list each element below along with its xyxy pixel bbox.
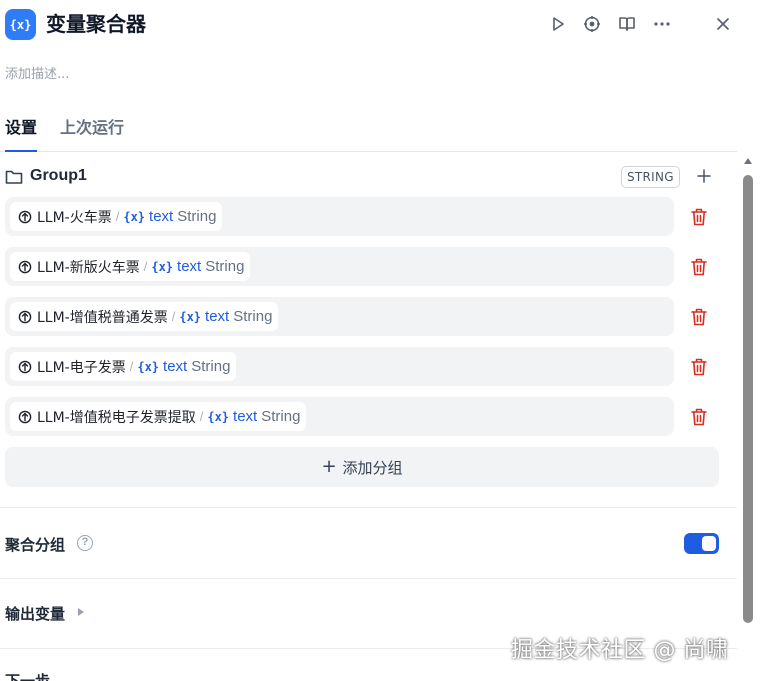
variable-type: String [205, 258, 245, 275]
delete-variable-button[interactable] [690, 207, 708, 227]
variable-name: text [233, 408, 258, 425]
close-icon [717, 18, 729, 30]
aggregate-group-label: 聚合分组 [5, 536, 66, 554]
variable-type: String [233, 308, 273, 325]
panel-header: {x} 变量聚合器 [0, 0, 767, 50]
group-type-badge: STRING [621, 166, 680, 188]
description-input[interactable]: 添加描述... [5, 63, 69, 82]
node-name: LLM-新版火车票 [37, 259, 140, 276]
aggregate-group-toggle[interactable] [684, 533, 719, 554]
scrollbar-thumb[interactable] [743, 175, 753, 623]
more-button[interactable] [651, 13, 673, 35]
tab-bar: 设置 上次运行 [0, 112, 737, 152]
variable-row[interactable]: LLM-火车票 / {x} text String [5, 197, 674, 236]
add-variable-button[interactable] [694, 166, 714, 186]
help-icon[interactable]: ? [77, 535, 93, 551]
expand-caret-icon[interactable] [78, 608, 84, 616]
variable-icon: {x} [151, 259, 174, 274]
toggle-knob [702, 536, 716, 551]
trash-icon [691, 358, 707, 376]
variable-type: String [191, 358, 231, 375]
variable-reference[interactable]: LLM-火车票 / {x} text String [10, 202, 223, 231]
variable-name: text [149, 208, 174, 225]
output-variables-toggle[interactable]: 输出变量 [5, 603, 65, 624]
group-name[interactable]: Group1 [30, 167, 87, 185]
trash-icon [691, 308, 707, 326]
llm-node-icon [18, 310, 32, 323]
variable-row[interactable]: LLM-新版火车票 / {x} text String [5, 247, 674, 286]
delete-variable-button[interactable] [690, 407, 708, 427]
divider [0, 507, 737, 508]
llm-node-icon [18, 410, 32, 423]
node-name: LLM-增值税普通发票 [37, 309, 168, 326]
docs-button[interactable] [616, 13, 638, 35]
variable-row[interactable]: LLM-增值税普通发票 / {x} text String [5, 297, 674, 336]
llm-node-icon [18, 210, 32, 223]
tab-settings[interactable]: 设置 [5, 117, 38, 152]
path-separator: / [171, 309, 176, 324]
llm-node-icon [18, 260, 32, 273]
watermark: 掘金技术社区 @ 尚啸 [511, 638, 729, 663]
variable-reference[interactable]: LLM-增值税电子发票提取 / {x} text String [10, 402, 307, 431]
node-name: LLM-火车票 [37, 209, 112, 226]
path-separator: / [199, 409, 204, 424]
delete-variable-button[interactable] [690, 307, 708, 327]
add-group-label: 添加分组 [342, 458, 403, 477]
variable-row[interactable]: LLM-电子发票 / {x} text String [5, 347, 674, 386]
run-button[interactable] [547, 13, 569, 35]
variable-name: text [163, 358, 188, 375]
variable-type: String [261, 408, 301, 425]
trash-icon [691, 258, 707, 276]
locate-button[interactable] [581, 13, 603, 35]
close-button[interactable] [712, 13, 734, 35]
variable-icon: {x} [179, 309, 202, 324]
node-name: LLM-电子发票 [37, 359, 126, 376]
delete-variable-button[interactable] [690, 257, 708, 277]
variable-reference[interactable]: LLM-新版火车票 / {x} text String [10, 252, 251, 281]
more-icon [654, 22, 670, 26]
variable-name: text [177, 258, 202, 275]
crosshair-icon [584, 16, 600, 32]
delete-variable-button[interactable] [690, 357, 708, 377]
plus-icon [697, 169, 711, 183]
path-separator: / [143, 259, 148, 274]
variable-reference[interactable]: LLM-电子发票 / {x} text String [10, 352, 237, 381]
book-icon [619, 17, 635, 31]
plus-icon: + [321, 456, 337, 477]
variable-icon: {x} [137, 359, 160, 374]
llm-node-icon [18, 360, 32, 373]
panel-title: 变量聚合器 [46, 12, 146, 36]
variable-aggregator-icon: {x} [5, 9, 36, 40]
group-header: Group1 STRING [0, 162, 720, 192]
node-name: LLM-增值税电子发票提取 [37, 409, 196, 426]
variable-row[interactable]: LLM-增值税电子发票提取 / {x} text String [5, 397, 674, 436]
path-separator: / [115, 209, 120, 224]
variable-icon: {x} [207, 409, 230, 424]
trash-icon [691, 208, 707, 226]
play-icon [553, 17, 564, 31]
variable-icon: {x} [123, 209, 146, 224]
trash-icon [691, 408, 707, 426]
variable-reference[interactable]: LLM-增值税普通发票 / {x} text String [10, 302, 279, 331]
tab-last-run[interactable]: 上次运行 [60, 117, 124, 139]
divider [0, 578, 737, 579]
add-group-button[interactable]: + 添加分组 [5, 447, 719, 487]
next-step-label: 下一步 [5, 672, 51, 681]
variable-name: text [205, 308, 230, 325]
scroll-up-arrow[interactable] [744, 158, 752, 164]
path-separator: / [129, 359, 134, 374]
folder-icon [5, 170, 23, 184]
variable-type: String [177, 208, 217, 225]
